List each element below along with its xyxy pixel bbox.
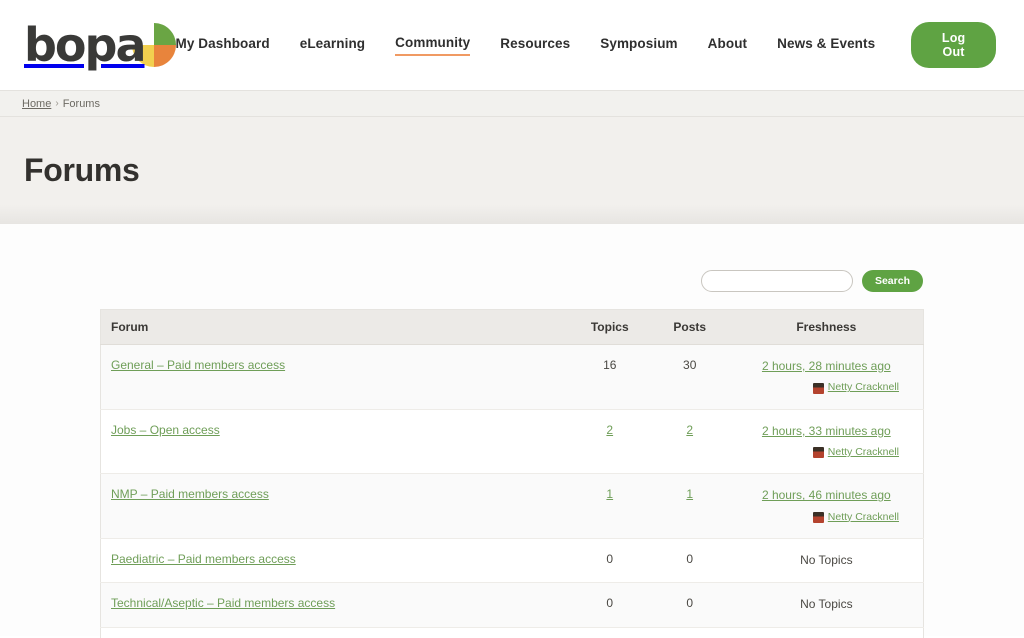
breadcrumb-home-link[interactable]: Home xyxy=(22,98,51,110)
topics-count[interactable]: 1 xyxy=(606,487,613,501)
search-input[interactable] xyxy=(700,270,853,292)
topics-count-cell: 0 xyxy=(569,538,650,584)
site-logo[interactable]: bopa xyxy=(24,17,176,73)
site-header: bopa My Dashboard eLearning Community Re… xyxy=(0,0,1024,90)
nav-item-news-and-events[interactable]: News & Events xyxy=(777,36,875,55)
avatar xyxy=(812,382,824,394)
main-content: Search Forum Topics Posts Freshness Gene… xyxy=(0,224,1024,638)
table-row: Paediatric – Paid members access 0 0 No Top… xyxy=(100,538,924,584)
topics-count-cell: 0 xyxy=(569,627,650,638)
nav-item-my-dashboard[interactable]: My Dashboard xyxy=(176,36,270,55)
freshness-author-link[interactable]: Netty Cracknell xyxy=(828,445,899,460)
column-header-posts: Posts xyxy=(649,309,730,345)
topics-count[interactable]: 2 xyxy=(606,423,613,437)
posts-count-cell: 0 xyxy=(649,582,730,628)
freshness-cell: No Topics xyxy=(729,627,924,638)
forum-link[interactable]: Jobs – Open access xyxy=(111,423,220,437)
table-row: GAP subcommittee – restricted access00No… xyxy=(100,627,924,638)
posts-count: 30 xyxy=(683,358,697,372)
posts-count-cell: 30 xyxy=(649,344,730,410)
freshness-timestamp-link[interactable]: 2 hours, 28 minutes ago xyxy=(742,358,911,375)
table-row: General – Paid members access 16 30 2 hours… xyxy=(100,344,924,410)
topics-count: 0 xyxy=(606,551,614,566)
posts-count-cell: 0 xyxy=(649,627,730,638)
posts-count: 0 xyxy=(686,596,694,611)
forum-name-cell: NMP – Paid members access xyxy=(100,473,570,539)
freshness-cell: No Topics xyxy=(729,538,924,584)
table-row: NMP – Paid members access 1 1 2 hours, 46 m… xyxy=(100,473,924,539)
posts-count-cell: 1 xyxy=(649,473,730,539)
nav-item-symposium[interactable]: Symposium xyxy=(600,36,677,55)
forum-name-cell: Jobs – Open access xyxy=(100,409,570,475)
topics-count: 16 xyxy=(603,358,617,372)
forum-name-cell: General – Paid members access xyxy=(100,344,570,410)
freshness-author-row: Netty Cracknell xyxy=(742,380,911,395)
logo-wordmark: bopa xyxy=(24,18,146,72)
forum-name-cell: GAP subcommittee – restricted access xyxy=(100,627,570,638)
freshness-cell: 2 hours, 46 minutes ago Netty Cracknell xyxy=(729,473,924,539)
column-header-freshness: Freshness xyxy=(729,309,924,345)
posts-count[interactable]: 1 xyxy=(686,487,693,501)
forums-table-head: Forum Topics Posts Freshness xyxy=(100,309,924,345)
page-title: Forums xyxy=(24,152,140,188)
nav-item-resources[interactable]: Resources xyxy=(500,36,570,55)
nav-item-elearning[interactable]: eLearning xyxy=(300,36,365,55)
freshness-timestamp-link[interactable]: 2 hours, 33 minutes ago xyxy=(742,423,911,440)
freshness-cell: 2 hours, 33 minutes ago Netty Cracknell xyxy=(729,409,924,475)
table-row: Jobs – Open access 2 2 2 hours, 33 minutes … xyxy=(100,409,924,475)
forums-table-body: General – Paid members access 16 30 2 hours… xyxy=(100,344,924,638)
freshness-author-link[interactable]: Netty Cracknell xyxy=(828,380,899,395)
logo-quadrant-top-right xyxy=(153,23,176,45)
breadcrumb-separator-icon: › xyxy=(55,98,59,109)
table-row: Technical/Aseptic – Paid members access 0… xyxy=(100,582,924,628)
page-hero: Forums xyxy=(0,117,1024,224)
forum-link[interactable]: General – Paid members access xyxy=(111,358,285,372)
freshness-cell: No Topics xyxy=(729,582,924,628)
logo-quadrant-bottom-right xyxy=(153,45,176,67)
forum-link[interactable]: NMP – Paid members access xyxy=(111,487,269,501)
topics-count-cell: 2 xyxy=(569,409,650,475)
posts-count: 0 xyxy=(686,551,694,566)
topics-count: 0 xyxy=(606,596,614,611)
log-out-button[interactable]: Log Out xyxy=(911,22,996,68)
posts-count[interactable]: 2 xyxy=(686,423,693,437)
freshness-cell: 2 hours, 28 minutes ago Netty Cracknell xyxy=(729,344,924,410)
main-navigation: My Dashboard eLearning Community Resourc… xyxy=(176,22,1003,68)
column-header-topics: Topics xyxy=(569,309,650,345)
forum-search-row: Search xyxy=(100,270,924,292)
column-header-forum: Forum xyxy=(100,309,570,345)
forum-name-cell: Technical/Aseptic – Paid members access xyxy=(100,582,570,628)
breadcrumb: Home › Forums xyxy=(0,90,1024,117)
breadcrumb-current: Forums xyxy=(62,97,100,110)
search-button[interactable]: Search xyxy=(861,270,923,292)
nav-item-about[interactable]: About xyxy=(708,36,747,55)
freshness-no-topics: No Topics xyxy=(800,552,853,567)
freshness-author-link[interactable]: Netty Cracknell xyxy=(828,510,899,525)
freshness-author-row: Netty Cracknell xyxy=(742,510,911,525)
forums-table-header-row: Forum Topics Posts Freshness xyxy=(100,309,924,345)
forum-link[interactable]: Paediatric – Paid members access xyxy=(111,552,296,566)
content-container: Search Forum Topics Posts Freshness Gene… xyxy=(100,270,924,638)
topics-count-cell: 1 xyxy=(569,473,650,539)
topics-count-cell: 16 xyxy=(569,344,650,410)
avatar xyxy=(812,447,824,459)
freshness-author-row: Netty Cracknell xyxy=(742,445,911,460)
nav-item-community[interactable]: Community xyxy=(395,35,471,56)
posts-count-cell: 2 xyxy=(649,409,730,475)
forum-link[interactable]: Technical/Aseptic – Paid members access xyxy=(111,596,335,610)
forums-table: Forum Topics Posts Freshness General – P… xyxy=(100,309,924,638)
forum-name-cell: Paediatric – Paid members access xyxy=(100,538,570,584)
freshness-no-topics: No Topics xyxy=(800,597,853,612)
avatar xyxy=(812,511,824,523)
topics-count-cell: 0 xyxy=(569,582,650,628)
posts-count-cell: 0 xyxy=(649,538,730,584)
freshness-timestamp-link[interactable]: 2 hours, 46 minutes ago xyxy=(742,487,911,504)
